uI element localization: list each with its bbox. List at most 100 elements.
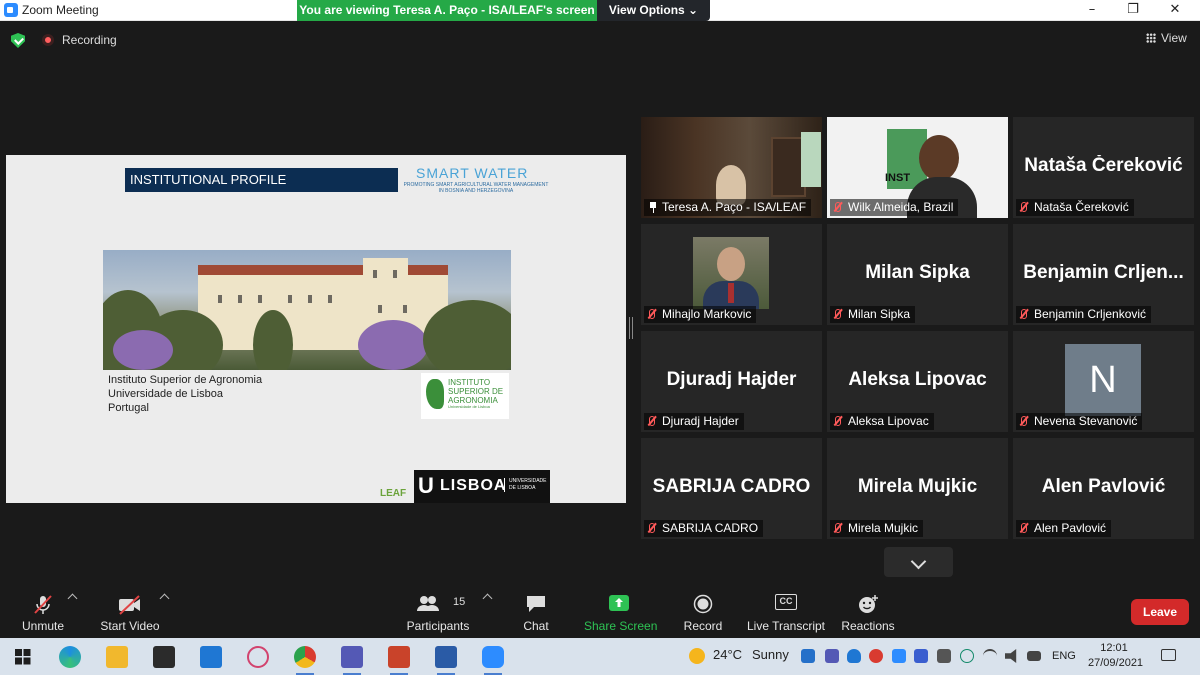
participant-name: Djuradj Hajder [662, 414, 739, 428]
minimize-button[interactable]: – [1072, 0, 1112, 21]
participant-name-label: Teresa A. Paço - ISA/LEAF [644, 199, 812, 216]
network-tray-icon[interactable] [914, 649, 928, 663]
share-screen-icon [609, 595, 629, 611]
gallery-grid-icon[interactable] [1146, 33, 1156, 43]
participant-name-label: Mirela Mujkic [830, 520, 924, 537]
windows-start-icon[interactable] [15, 649, 31, 665]
bluetooth-icon[interactable] [801, 649, 815, 663]
muted-mic-icon [835, 202, 841, 212]
volume-icon[interactable] [1005, 649, 1017, 663]
zoom-app-icon [4, 3, 18, 17]
participant-display-name: Alen Pavlović [1041, 476, 1166, 497]
share-screen-button[interactable]: Share Screen [584, 587, 657, 638]
wifi-icon[interactable] [983, 649, 997, 663]
participant-name-label: Milan Sipka [830, 306, 916, 323]
start-video-button[interactable]: Start Video [96, 587, 164, 638]
participant-tile[interactable]: Mirela Mujkic Mirela Mujkic [827, 438, 1008, 539]
participants-icon [416, 596, 439, 611]
participant-name: Mirela Mujkic [848, 521, 919, 535]
muted-mic-icon [835, 523, 841, 533]
e-app-icon[interactable] [960, 649, 974, 663]
slide-header: INSTITUTIONAL PROFILE [125, 168, 398, 192]
campus-photo [103, 250, 511, 370]
zoom-tray-icon[interactable] [892, 649, 906, 663]
teams-tray-icon[interactable] [825, 649, 839, 663]
temperature[interactable]: 24°C [713, 647, 742, 662]
teams-icon[interactable] [341, 646, 363, 675]
participant-display-name: SABRIJA CADRO [652, 476, 811, 497]
record-button[interactable]: Record [680, 587, 726, 638]
maximize-button[interactable]: ❐ [1113, 0, 1153, 21]
recording-label: Recording [62, 33, 117, 47]
language-indicator[interactable]: ENG [1052, 650, 1076, 662]
participant-tile[interactable]: Alen Pavlović Alen Pavlović [1013, 438, 1194, 539]
muted-mic-icon [1021, 309, 1027, 319]
clock[interactable]: 12:01 27/09/2021 [1088, 641, 1143, 671]
onedrive-icon[interactable] [847, 649, 861, 663]
participant-display-name: Aleksa Lipovac [848, 369, 987, 390]
zoom-taskbar-icon[interactable] [482, 646, 504, 675]
participant-tile[interactable]: Aleksa Lipovac Aleksa Lipovac [827, 331, 1008, 432]
participants-button[interactable]: 15 Participants [402, 587, 474, 638]
smart-water-logo: SMART WATER [416, 165, 529, 181]
participant-name-label: Wilk Almeida, Brazil [830, 199, 959, 216]
participant-tile[interactable]: Djuradj Hajder Djuradj Hajder [641, 331, 822, 432]
participant-name: Aleksa Lipovac [848, 414, 929, 428]
participant-name-label: Alen Pavlović [1016, 520, 1112, 537]
snip-sketch-icon[interactable] [247, 646, 269, 668]
power-icon[interactable] [1027, 651, 1041, 661]
unmute-button[interactable]: Unmute [15, 587, 71, 638]
edge-icon[interactable] [59, 646, 81, 668]
ulisboa-logo: U LISBOA UNIVERSIDADE DE LISBOA [414, 470, 550, 503]
muted-mic-icon [835, 309, 841, 319]
security-shield-icon[interactable] [11, 33, 25, 48]
participant-name: SABRIJA CADRO [662, 521, 759, 535]
participant-name: Nataša Čereković [1034, 200, 1129, 214]
notifications-icon[interactable] [1161, 649, 1176, 661]
participant-name-label: SABRIJA CADRO [644, 520, 764, 537]
participant-tile[interactable]: Teresa A. Paço - ISA/LEAF [641, 117, 822, 218]
participant-tile[interactable]: INST Wilk Almeida, Brazil [827, 117, 1008, 218]
muted-mic-icon [835, 416, 841, 426]
participant-name: Alen Pavlović [1034, 521, 1107, 535]
store-icon[interactable] [153, 646, 175, 668]
chrome-tray-icon[interactable] [869, 649, 883, 663]
meeting-toolbar: Unmute Start Video 15 Participants Chat … [0, 587, 1200, 638]
participant-tile[interactable]: N Nevena Stevanović [1013, 331, 1194, 432]
file-explorer-icon[interactable] [106, 646, 128, 668]
next-page-button[interactable] [884, 547, 953, 577]
chrome-icon[interactable] [294, 646, 316, 675]
leave-button[interactable]: Leave [1131, 599, 1189, 625]
chat-button[interactable]: Chat [516, 587, 556, 638]
reactions-icon [859, 595, 878, 613]
participant-tile[interactable]: Benjamin Crljen... Benjamin Crljenković [1013, 224, 1194, 325]
video-off-icon [119, 595, 140, 615]
powerpoint-icon[interactable] [388, 646, 410, 675]
view-button[interactable]: View [1161, 31, 1187, 45]
pin-icon [649, 202, 657, 213]
participant-tile[interactable]: Nataša Čereković Nataša Čereković [1013, 117, 1194, 218]
mic-muted-icon [34, 595, 52, 614]
participant-display-name: Djuradj Hajder [666, 369, 797, 390]
word-icon[interactable] [435, 646, 457, 675]
participants-options-caret[interactable] [482, 593, 493, 604]
participant-name-label: Benjamin Crljenković [1016, 306, 1152, 323]
battery-icon[interactable] [937, 649, 951, 663]
reactions-button[interactable]: Reactions [840, 587, 896, 638]
close-button[interactable]: ✕ [1155, 0, 1195, 21]
mail-icon[interactable] [200, 646, 222, 668]
live-transcript-button[interactable]: CC Live Transcript [746, 587, 826, 638]
participant-name: Milan Sipka [848, 307, 911, 321]
muted-mic-icon [1021, 523, 1027, 533]
participant-tile[interactable]: Mihajlo Markovic [641, 224, 822, 325]
split-resize-handle[interactable] [629, 317, 633, 339]
participant-name: Benjamin Crljenković [1034, 307, 1147, 321]
participant-tile[interactable]: SABRIJA CADRO SABRIJA CADRO [641, 438, 822, 539]
participant-display-name: Benjamin Crljen... [1023, 262, 1184, 283]
institution-address: Instituto Superior de Agronomia Universi… [108, 374, 263, 414]
participant-display-name: Mirela Mujkic [857, 476, 978, 497]
muted-mic-icon [649, 309, 655, 319]
view-options-button[interactable]: View Options ⌄ [597, 0, 710, 21]
participant-tile[interactable]: Milan Sipka Milan Sipka [827, 224, 1008, 325]
weather-text[interactable]: Sunny [752, 647, 789, 662]
